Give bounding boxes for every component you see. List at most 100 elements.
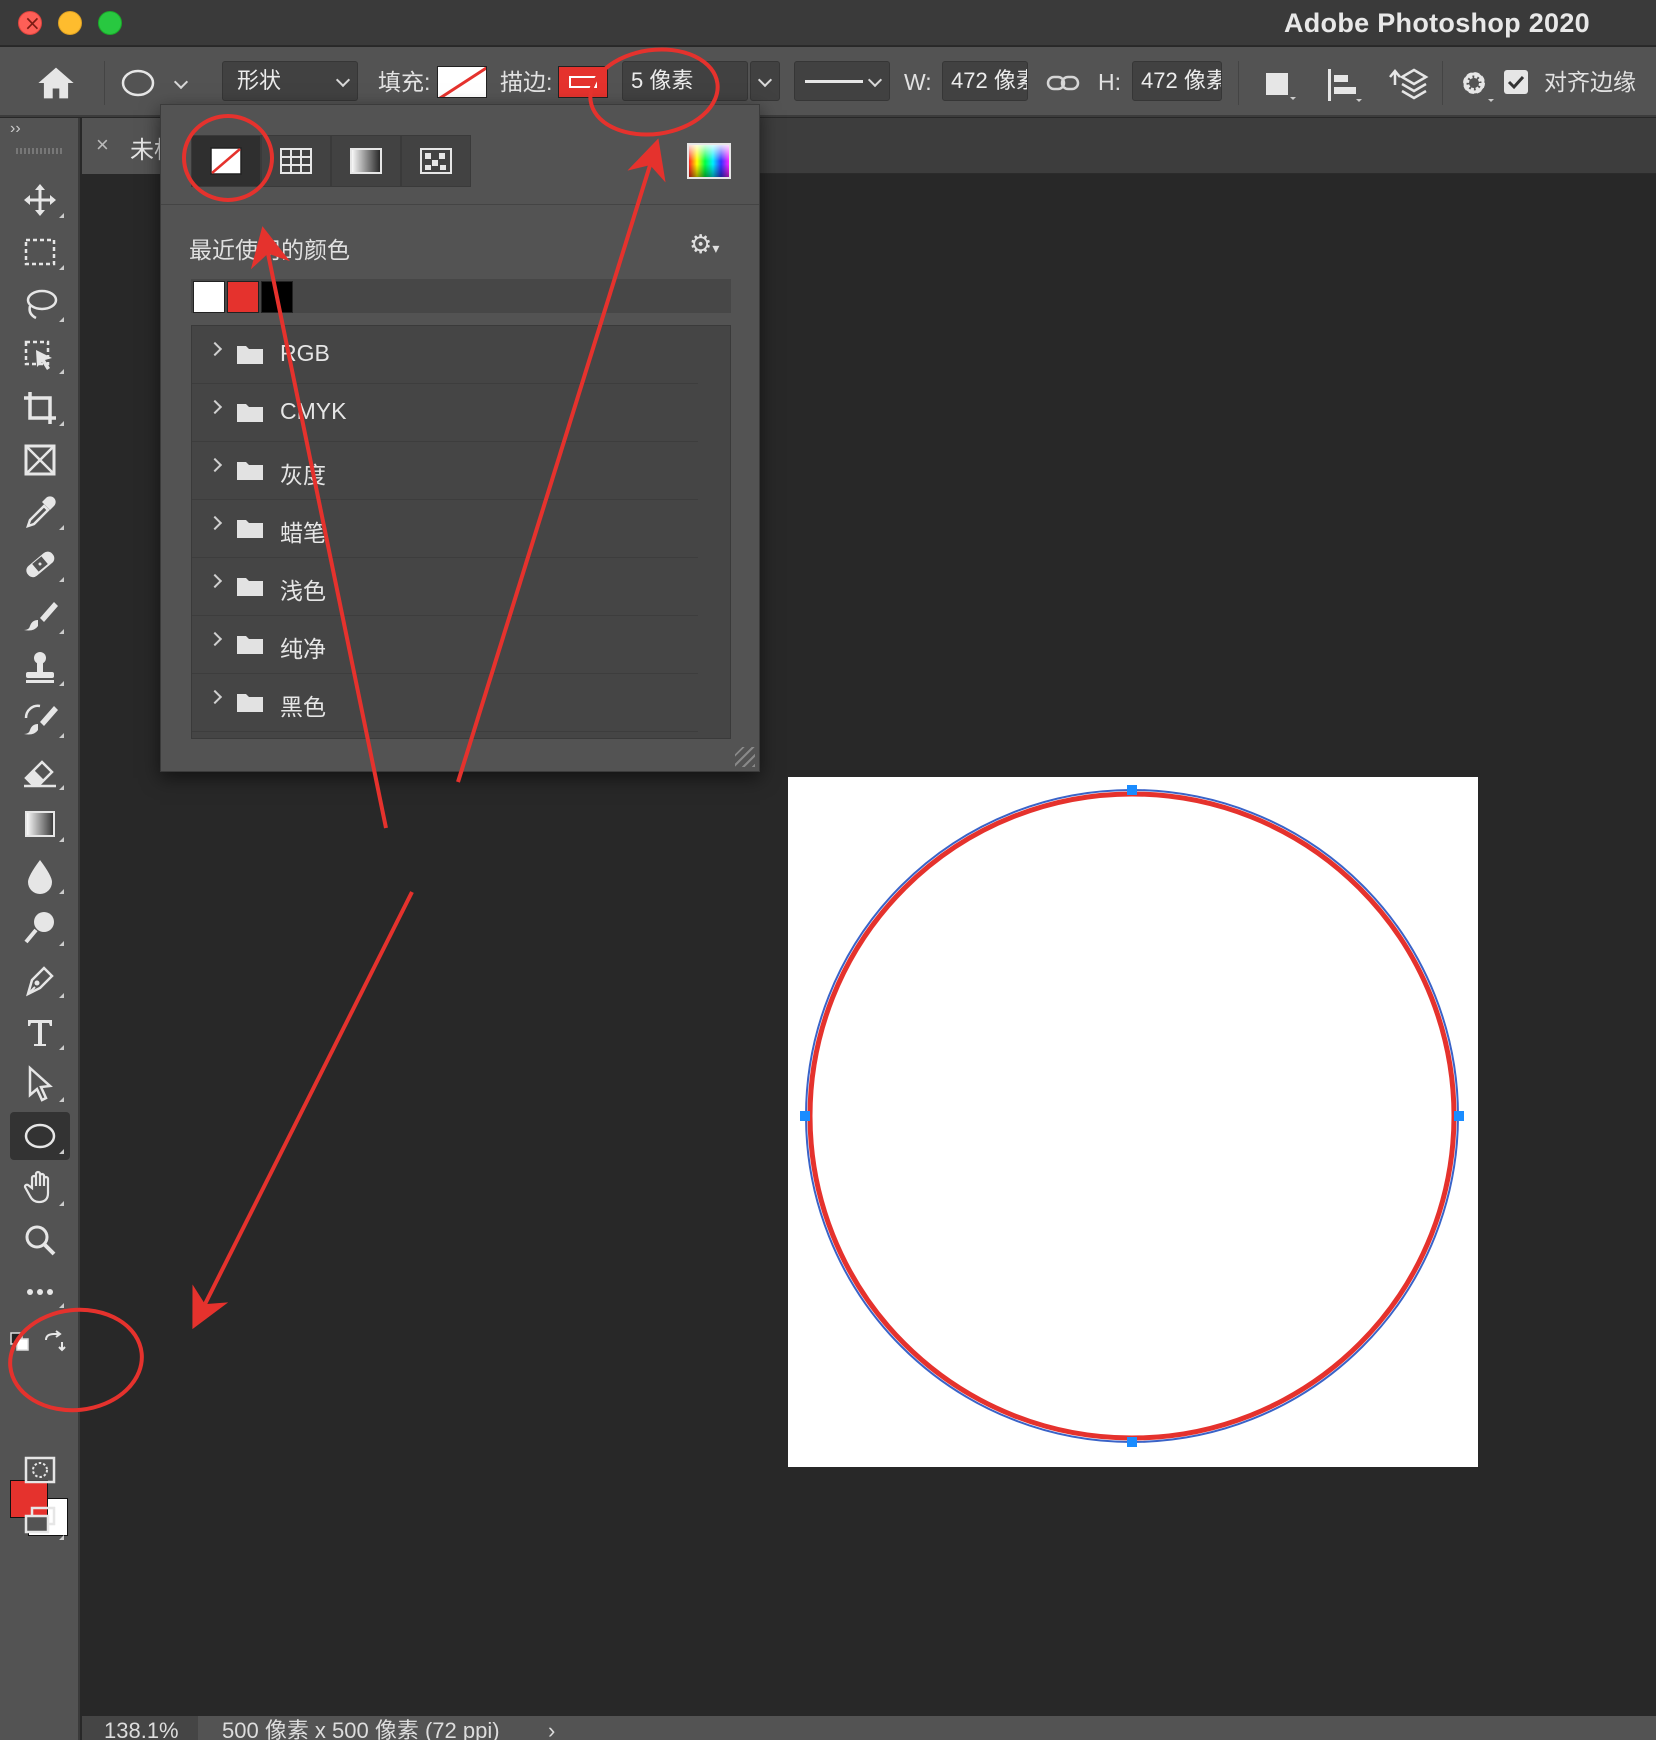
frame-tool[interactable] [10, 436, 70, 484]
path-arrangement-icon[interactable] [1386, 63, 1430, 107]
height-input[interactable]: 472 像素 [1132, 61, 1222, 101]
recent-color-swatch[interactable] [193, 281, 225, 313]
app-title: Adobe Photoshop 2020 [1283, 8, 1590, 38]
bandage-icon [26, 551, 55, 578]
path-alignment-icon[interactable] [1324, 65, 1364, 105]
hand-tool[interactable] [10, 1164, 70, 1212]
anchor-handle-left[interactable] [800, 1111, 810, 1121]
arrow-cursor-icon [28, 1065, 53, 1102]
fill-type-popup: 最近使用的颜色 ⚙▾ RGB CMYK 灰度 蜡笔 浅色 纯净 黑色 [160, 104, 760, 772]
zoom-window-button[interactable] [98, 11, 122, 35]
stroke-width-input[interactable]: 5 像素 [622, 61, 748, 101]
eraser-icon [24, 760, 56, 788]
stroke-swatch[interactable] [558, 66, 608, 98]
chevron-right-icon[interactable] [207, 689, 223, 705]
panel-grip[interactable] [16, 148, 62, 154]
chevron-right-icon[interactable] [207, 457, 223, 473]
eraser-tool[interactable] [10, 748, 70, 796]
type-tool[interactable] [10, 1008, 70, 1056]
home-icon[interactable] [34, 61, 78, 105]
chevron-right-icon[interactable] [207, 573, 223, 589]
status-more-button[interactable]: › [548, 1716, 555, 1740]
zoom-level[interactable]: 138.1% [82, 1716, 198, 1740]
brush-tool[interactable] [10, 592, 70, 640]
height-value: 472 像素 [1141, 68, 1222, 93]
clone-stamp-tool[interactable] [10, 644, 70, 692]
swatch-folder-list[interactable]: RGB CMYK 灰度 蜡笔浅色纯净黑色 [191, 325, 731, 739]
default-colors-icon[interactable] [10, 1332, 30, 1352]
swatch-grid-icon [280, 148, 312, 174]
swatch-folder-item[interactable]: 蜡笔 [192, 500, 698, 558]
close-window-button[interactable] [18, 11, 42, 35]
resize-handle[interactable] [735, 747, 755, 767]
pattern-icon [420, 148, 452, 174]
marquee-tool[interactable] [10, 228, 70, 276]
healing-brush-tool[interactable] [10, 540, 70, 588]
chevron-right-icon[interactable] [207, 341, 223, 357]
gear-icon[interactable]: ⚙▾ [689, 229, 719, 260]
path-selection-tool[interactable] [10, 1060, 70, 1108]
anchor-handle-top[interactable] [1127, 785, 1137, 795]
align-edges-checkbox[interactable] [1504, 70, 1528, 94]
swatch-folder-label: RGB [280, 340, 330, 366]
gear-icon[interactable] [1454, 63, 1498, 107]
ellipse-icon [24, 1123, 56, 1149]
folder-icon [237, 520, 263, 538]
width-input[interactable]: 472 像素 [942, 61, 1028, 101]
swap-colors-icon[interactable] [42, 1330, 66, 1354]
recent-color-swatch[interactable] [227, 281, 259, 313]
link-icon[interactable] [1046, 69, 1080, 97]
anchor-handle-right[interactable] [1454, 1111, 1464, 1121]
ellipse-tool[interactable] [10, 1112, 70, 1160]
ellipse-shape[interactable] [788, 777, 1478, 1467]
fill-pattern-button[interactable] [401, 135, 471, 187]
swatch-folder-item[interactable]: 黑色 [192, 674, 698, 732]
screen-mode-button[interactable] [10, 1498, 70, 1546]
history-brush-tool[interactable] [10, 696, 70, 744]
path-operations-icon[interactable] [1260, 67, 1300, 103]
align-edges-label: 对齐边缘 [1544, 69, 1636, 95]
tool-preset-ellipse-icon[interactable] [120, 65, 160, 101]
swatch-folder-label: 纯净 [280, 636, 326, 662]
chevron-right-icon[interactable] [207, 631, 223, 647]
fill-swatch-none[interactable] [437, 66, 487, 98]
chevron-right-icon[interactable] [207, 515, 223, 531]
lasso-tool[interactable] [10, 280, 70, 328]
close-tab-icon[interactable]: × [96, 132, 109, 158]
chevron-down-icon[interactable] [173, 74, 189, 90]
status-bar: 138.1% 500 像素 x 500 像素 (72 ppi) › [82, 1716, 1656, 1740]
collapse-panel-icon[interactable]: ›› [10, 120, 21, 138]
title-bar: Adobe Photoshop 2020 [0, 0, 1656, 46]
color-picker-button[interactable] [687, 143, 731, 179]
fill-gradient-button[interactable] [331, 135, 401, 187]
frame-icon [24, 444, 56, 476]
history-brush-icon [24, 704, 58, 735]
gradient-tool[interactable] [10, 800, 70, 848]
dodge-tool[interactable] [10, 904, 70, 952]
zoom-tool[interactable] [10, 1216, 70, 1264]
swatch-folder-item[interactable]: RGB [192, 326, 698, 384]
swatch-folder-item[interactable]: 纯净 [192, 616, 698, 674]
fill-none-button[interactable] [191, 135, 261, 187]
crop-tool[interactable] [10, 384, 70, 432]
more-dots-icon [27, 1289, 53, 1295]
quick-mask-button[interactable] [10, 1446, 70, 1494]
minimize-window-button[interactable] [58, 11, 82, 35]
object-selection-tool[interactable] [10, 332, 70, 380]
edit-toolbar-button[interactable] [10, 1266, 70, 1314]
swatch-folder-item[interactable]: CMYK [192, 384, 698, 442]
swatch-folder-item[interactable]: 灰度 [192, 442, 698, 500]
document-canvas[interactable] [788, 777, 1478, 1467]
chevron-right-icon[interactable] [207, 399, 223, 415]
ellipse-stroke [807, 791, 1457, 1441]
swatch-folder-label: 浅色 [280, 578, 326, 604]
anchor-handle-bottom[interactable] [1127, 1437, 1137, 1447]
swatch-folder-item[interactable]: 浅色 [192, 558, 698, 616]
blur-tool[interactable] [10, 852, 70, 900]
recent-color-swatch[interactable] [261, 281, 293, 313]
pen-tool[interactable] [10, 956, 70, 1004]
fill-solid-color-button[interactable] [261, 135, 331, 187]
folder-icon [237, 346, 263, 364]
move-tool[interactable] [10, 176, 70, 224]
eyedropper-tool[interactable] [10, 488, 70, 536]
